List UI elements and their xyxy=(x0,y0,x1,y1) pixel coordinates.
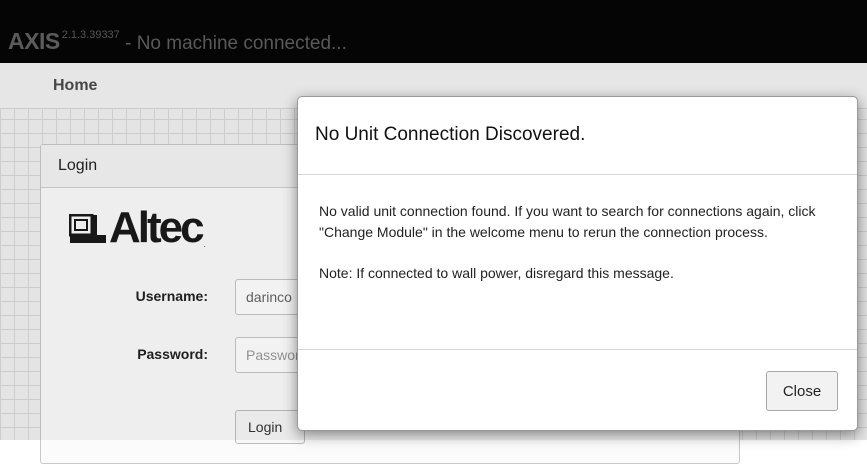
altec-logo: Altec . xyxy=(69,206,206,250)
modal-message: No valid unit connection found. If you w… xyxy=(319,203,816,240)
title-bar: AXIS 2.1.3.39337 - No machine connected..… xyxy=(0,0,867,63)
password-label: Password: xyxy=(137,346,208,362)
modal-note: Note: If connected to wall power, disreg… xyxy=(319,265,674,281)
modal-body: No valid unit connection found. If you w… xyxy=(298,175,857,350)
app-name: AXIS xyxy=(8,28,60,54)
altec-logo-reg: . xyxy=(203,240,206,249)
modal-title: No Unit Connection Discovered. xyxy=(315,124,586,145)
app-brand: AXIS 2.1.3.39337 - No machine connected..… xyxy=(8,28,867,55)
connection-modal: No Unit Connection Discovered. No valid … xyxy=(297,96,858,431)
login-button[interactable]: Login xyxy=(235,410,305,444)
close-button[interactable]: Close xyxy=(766,371,838,411)
altec-logo-text: Altec xyxy=(109,203,205,252)
app-version: 2.1.3.39337 xyxy=(61,29,120,41)
nav-home-link[interactable]: Home xyxy=(53,77,97,95)
connection-status: - No machine connected... xyxy=(119,33,347,54)
username-label: Username: xyxy=(135,288,208,304)
modal-header: No Unit Connection Discovered. xyxy=(298,97,857,175)
altec-logo-mark-icon xyxy=(69,214,106,243)
